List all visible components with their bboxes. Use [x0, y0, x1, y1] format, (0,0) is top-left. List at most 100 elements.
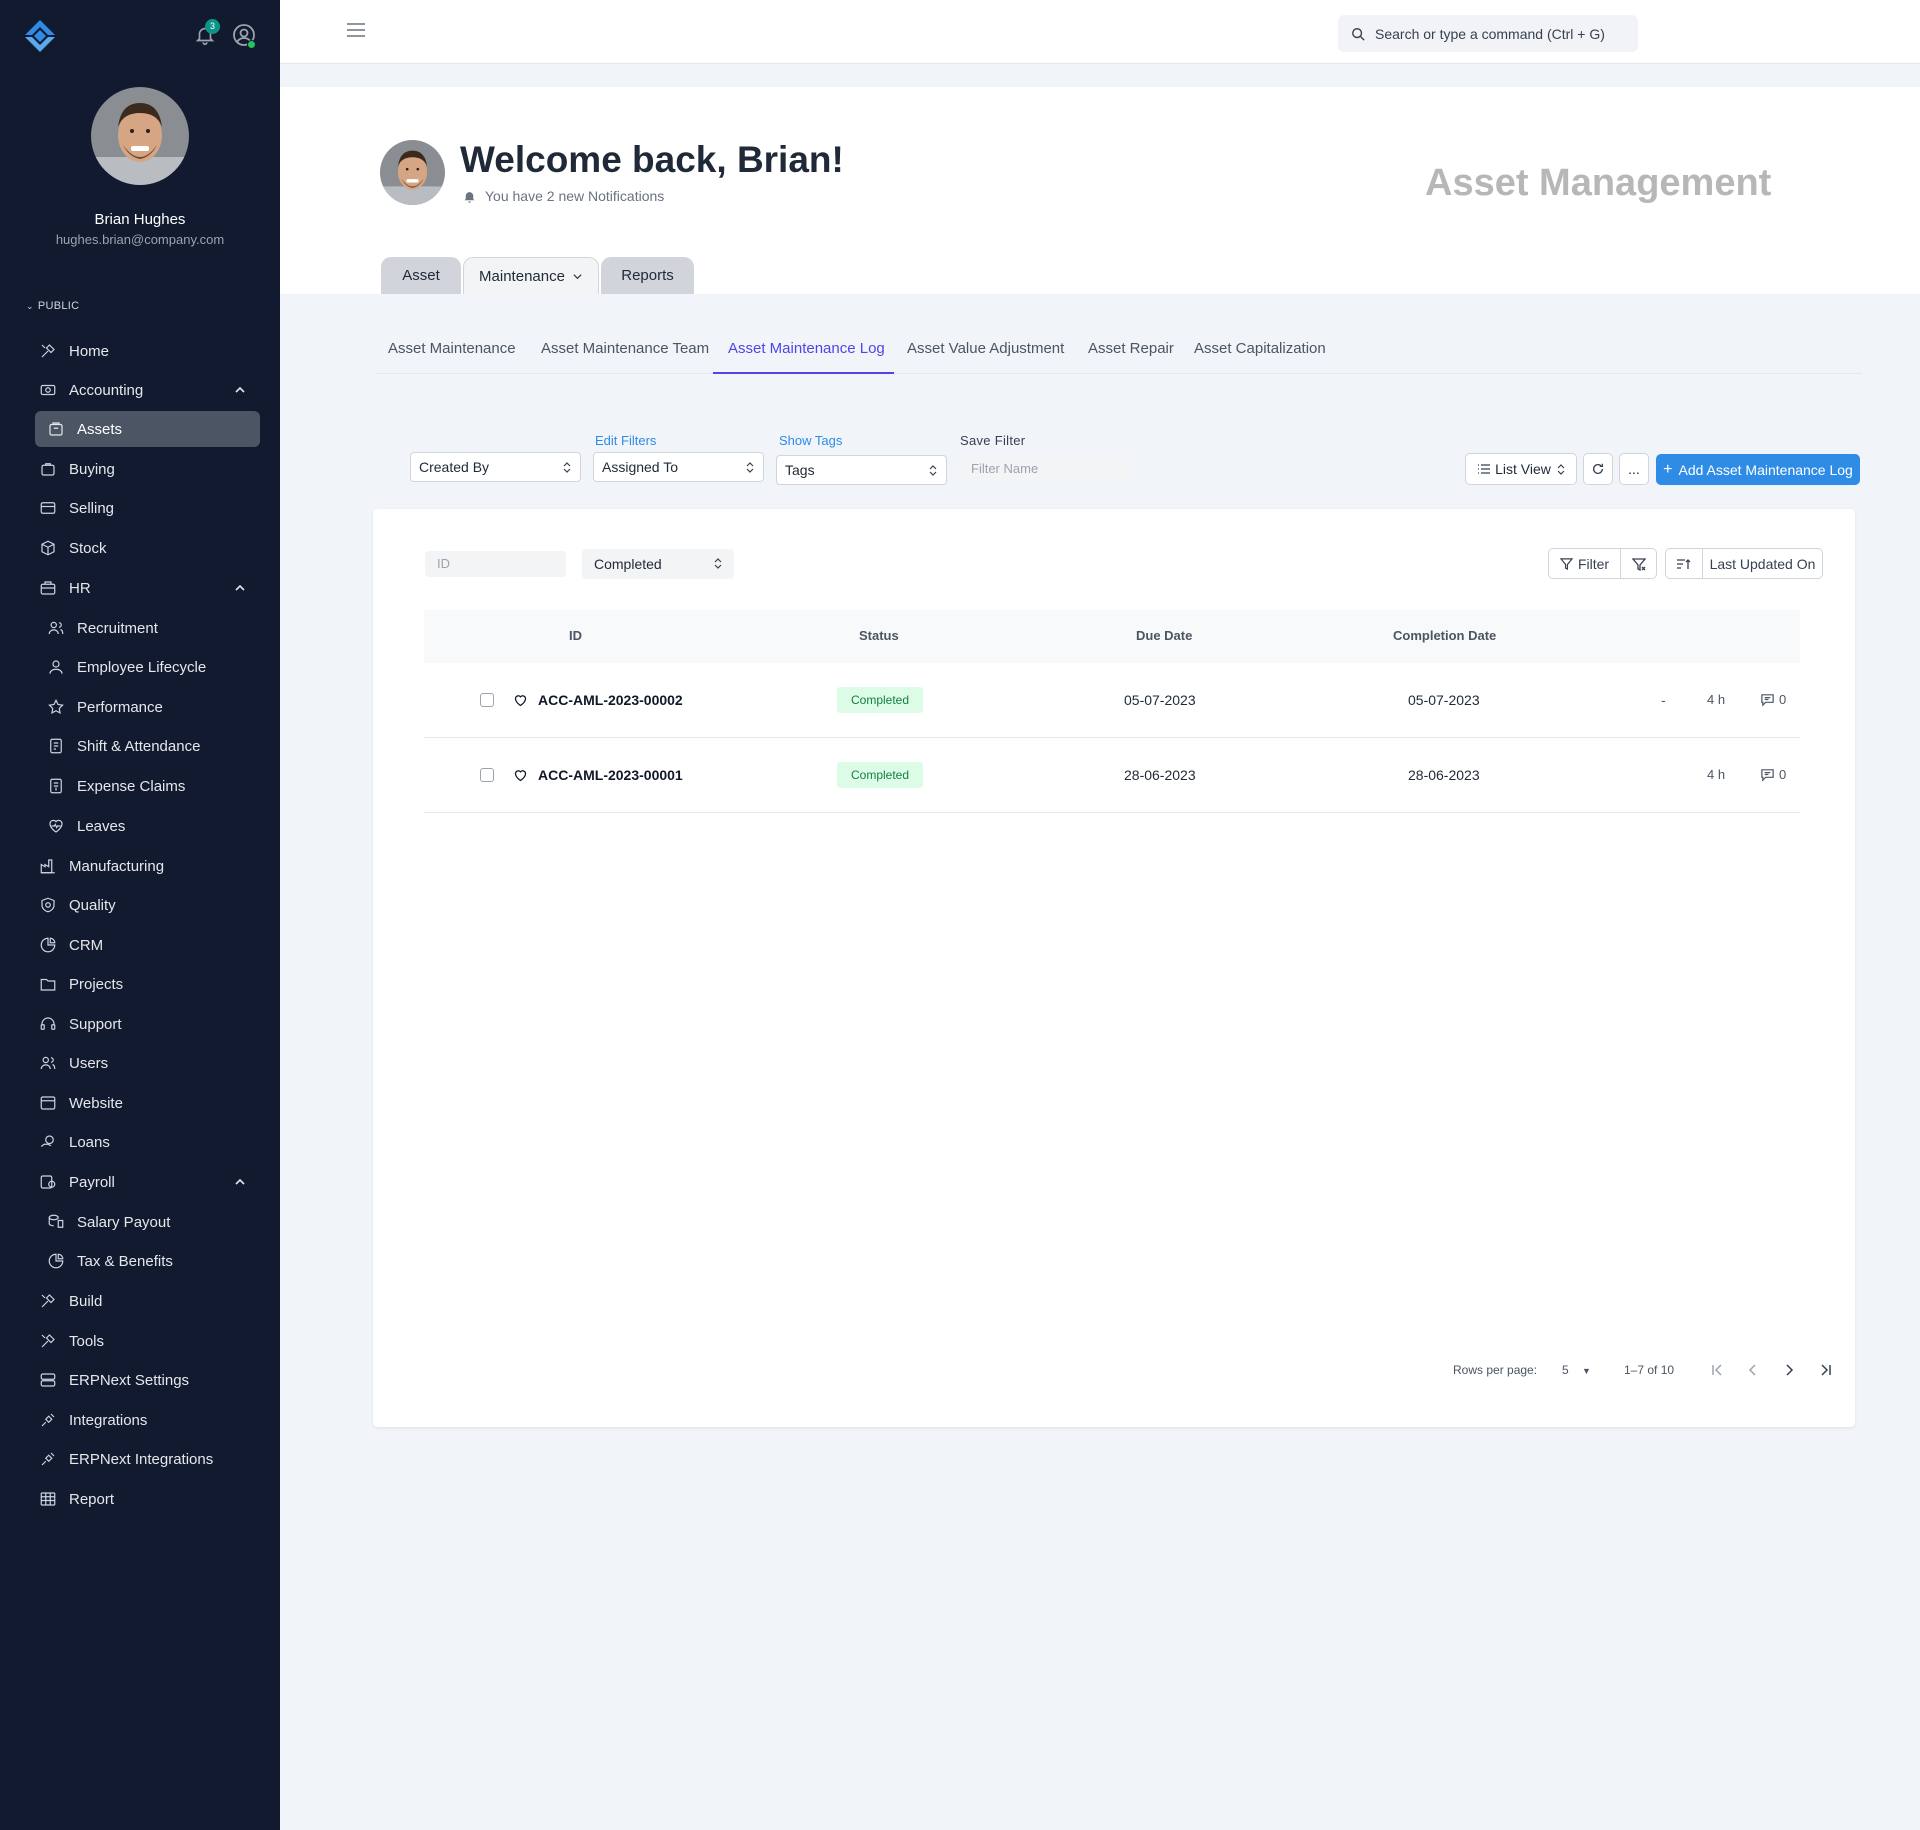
sidebar-item-website[interactable]: Website [35, 1085, 260, 1121]
refresh-button[interactable] [1583, 453, 1613, 485]
sidebar-item-projects[interactable]: Projects [35, 966, 260, 1002]
subtab-asset-maintenance-team[interactable]: Asset Maintenance Team [541, 340, 709, 357]
column-header-id[interactable]: ID [569, 628, 582, 643]
chevron-up-icon[interactable] [234, 582, 246, 594]
next-page-icon[interactable] [1782, 1363, 1796, 1377]
row-checkbox[interactable] [480, 768, 494, 782]
sidebar-item-report[interactable]: Report [35, 1481, 260, 1517]
id-filter-input[interactable]: ID [425, 551, 566, 577]
filter-name-input[interactable]: Filter Name [960, 456, 1130, 482]
sidebar-item-employee-lifecycle[interactable]: Employee Lifecycle [35, 649, 260, 685]
avatar[interactable] [380, 140, 445, 205]
sidebar-item-integrations[interactable]: Integrations [35, 1402, 260, 1438]
column-header-due-date[interactable]: Due Date [1136, 628, 1192, 643]
tags-select[interactable]: Tags [776, 455, 947, 485]
avatar[interactable] [91, 87, 189, 185]
sidebar-item-home[interactable]: Home [35, 333, 260, 369]
row-comments[interactable]: 0 [1760, 692, 1786, 707]
tab-asset[interactable]: Asset [381, 257, 461, 294]
sidebar-item-expense-claims[interactable]: Expense Claims [35, 768, 260, 804]
status-badge: Completed [837, 762, 923, 788]
column-header-completion-date[interactable]: Completion Date [1393, 628, 1496, 643]
sidebar-item-manufacturing[interactable]: Manufacturing [35, 848, 260, 884]
tab-maintenance[interactable]: Maintenance [463, 257, 599, 294]
list-view-select[interactable]: List View [1465, 453, 1577, 485]
sidebar-item-label: Home [69, 342, 110, 360]
sidebar-item-leaves[interactable]: Leaves [35, 808, 260, 844]
sidebar-item-label: Assets [77, 420, 123, 438]
sidebar-item-buying[interactable]: Buying [35, 451, 260, 487]
search-input[interactable]: Search or type a command (Ctrl + G) [1338, 15, 1638, 52]
last-page-icon[interactable] [1819, 1363, 1833, 1377]
sidebar-item-salary-payout[interactable]: Salary Payout [35, 1204, 260, 1240]
table-row[interactable]: ACC-AML-2023-00002 Completed 05-07-2023 … [424, 663, 1800, 738]
sidebar-item-accounting[interactable]: Accounting [35, 372, 260, 408]
sidebar-item-build[interactable]: Build [35, 1283, 260, 1319]
notification-summary[interactable]: You have 2 new Notifications [462, 188, 664, 204]
sidebar-item-label: HR [69, 579, 91, 597]
status-filter-select[interactable]: Completed [582, 549, 734, 579]
more-options-button[interactable]: ... [1619, 453, 1649, 485]
row-id[interactable]: ACC-AML-2023-00001 [538, 767, 683, 783]
subtab-asset-maintenance-log[interactable]: Asset Maintenance Log [728, 340, 885, 357]
created-by-value: Created By [419, 459, 490, 475]
sidebar-item-support[interactable]: Support [35, 1006, 260, 1042]
bag-icon [41, 463, 55, 476]
heart-icon[interactable] [513, 768, 528, 783]
sidebar-item-shift-attendance[interactable]: Shift & Attendance [35, 728, 260, 764]
tab-reports[interactable]: Reports [601, 257, 694, 294]
row-comments[interactable]: 0 [1760, 767, 1786, 782]
created-by-select[interactable]: Created By [410, 452, 581, 482]
sidebar-item-crm[interactable]: CRM [35, 927, 260, 963]
subtab-asset-repair[interactable]: Asset Repair [1088, 340, 1174, 357]
column-header-status[interactable]: Status [859, 628, 899, 643]
sidebar-item-payroll[interactable]: Payroll [35, 1164, 260, 1200]
heart-icon[interactable] [513, 693, 528, 708]
menu-icon[interactable] [346, 22, 366, 38]
clear-filter-button[interactable] [1620, 548, 1657, 579]
sidebar-item-assets[interactable]: Assets [35, 411, 260, 447]
rows-per-page-select[interactable]: 5 ▼ [1562, 1363, 1591, 1377]
previous-page-icon[interactable] [1746, 1363, 1760, 1377]
sidebar-item-tax-benefits[interactable]: Tax & Benefits [35, 1243, 260, 1279]
sidebar-item-selling[interactable]: Selling [35, 490, 260, 526]
subtab-asset-value-adjustment[interactable]: Asset Value Adjustment [907, 340, 1064, 357]
sort-direction-button[interactable] [1665, 548, 1703, 579]
sidebar-item-tools[interactable]: Tools [35, 1323, 260, 1359]
first-page-icon[interactable] [1710, 1363, 1724, 1377]
clipboard-icon [50, 738, 62, 754]
notification-count-badge: 3 [205, 19, 220, 34]
sidebar-item-performance[interactable]: Performance [35, 689, 260, 725]
show-tags-link[interactable]: Show Tags [779, 433, 842, 448]
sort-field-button[interactable]: Last Updated On [1702, 548, 1823, 579]
subtab-asset-maintenance[interactable]: Asset Maintenance [388, 340, 516, 357]
row-id[interactable]: ACC-AML-2023-00002 [538, 692, 683, 708]
users-icon [48, 621, 64, 635]
sidebar-item-hr[interactable]: HR [35, 570, 260, 606]
sidebar-item-recruitment[interactable]: Recruitment [35, 610, 260, 646]
sidebar-item-loans[interactable]: Loans [35, 1124, 260, 1160]
star-icon [48, 698, 64, 715]
filter-button[interactable]: Filter [1548, 548, 1621, 579]
chevron-down-icon [573, 273, 582, 279]
assigned-to-select[interactable]: Assigned To [593, 452, 764, 482]
active-tab-indicator [713, 372, 894, 374]
sidebar-item-erpnext-settings[interactable]: ERPNext Settings [35, 1362, 260, 1398]
sidebar-item-erpnext-integrations[interactable]: ERPNext Integrations [35, 1441, 260, 1477]
sidebar-item-users[interactable]: Users [35, 1045, 260, 1081]
section-public-toggle[interactable]: ⌄ PUBLIC [26, 300, 79, 312]
browser-icon [40, 1096, 56, 1110]
sidebar-item-quality[interactable]: Quality [35, 887, 260, 923]
subtab-asset-capitalization[interactable]: Asset Capitalization [1194, 340, 1326, 357]
online-status-dot [247, 40, 256, 49]
chevron-up-icon[interactable] [234, 1176, 246, 1188]
sidebar-item-stock[interactable]: Stock [35, 530, 260, 566]
chevron-up-icon[interactable] [234, 384, 246, 396]
row-due-date: 28-06-2023 [1124, 767, 1196, 783]
row-checkbox[interactable] [480, 693, 494, 707]
app-logo-icon[interactable] [24, 19, 56, 53]
filter-label: Filter [1577, 555, 1610, 572]
edit-filters-link[interactable]: Edit Filters [595, 433, 656, 448]
add-asset-maintenance-log-button[interactable]: + Add Asset Maintenance Log [1656, 454, 1860, 485]
table-row[interactable]: ACC-AML-2023-00001 Completed 28-06-2023 … [424, 738, 1800, 813]
